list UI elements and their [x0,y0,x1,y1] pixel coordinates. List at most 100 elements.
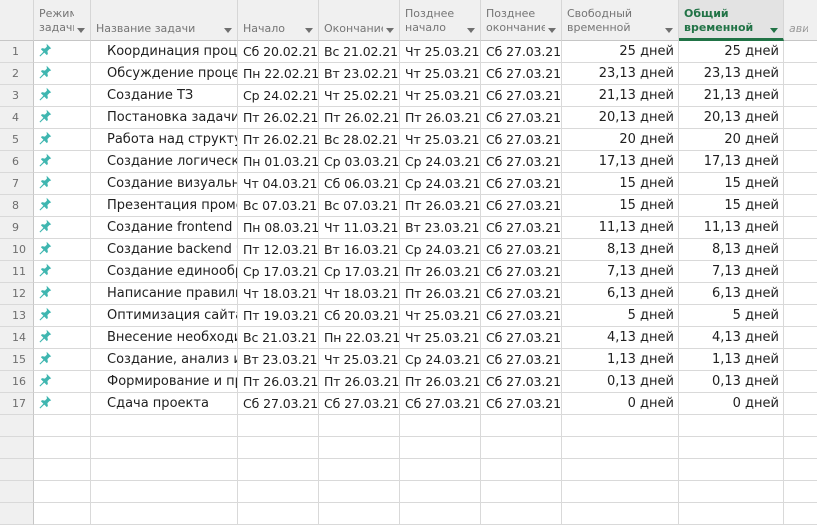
free-slack-cell[interactable] [562,481,679,503]
start-cell[interactable]: Вс 21.03.21 [238,327,319,349]
start-cell[interactable]: Сб 20.02.21 [238,41,319,63]
start-cell[interactable]: Пт 26.02.21 [238,107,319,129]
mode-cell[interactable] [34,305,91,327]
free-slack-cell[interactable]: 25 дней [562,41,679,63]
late-finish-cell[interactable]: Сб 27.03.21 [481,239,562,261]
task-name-cell[interactable]: Презентация промеж [91,195,238,217]
add-new-cell[interactable] [784,283,817,305]
mode-cell[interactable] [34,173,91,195]
row-number[interactable]: 7 [0,173,34,195]
task-name-cell[interactable] [91,481,238,503]
task-name-cell[interactable]: Сдача проекта [91,393,238,415]
filter-arrow-icon[interactable] [770,28,778,33]
add-new-cell[interactable] [784,195,817,217]
start-cell[interactable]: Вт 23.03.21 [238,349,319,371]
late-finish-cell[interactable] [481,503,562,525]
late-start-cell[interactable]: Пт 26.03.21 [400,283,481,305]
late-start-cell[interactable]: Чт 25.03.21 [400,129,481,151]
finish-cell[interactable]: Чт 18.03.21 [319,283,400,305]
column-header-late-start[interactable]: Позднее начало [400,0,481,41]
row-number[interactable]: 3 [0,85,34,107]
finish-cell[interactable] [319,459,400,481]
add-new-cell[interactable] [784,481,817,503]
total-slack-cell[interactable] [679,481,784,503]
late-finish-cell[interactable]: Сб 27.03.21 [481,261,562,283]
late-finish-cell[interactable]: Сб 27.03.21 [481,349,562,371]
finish-cell[interactable]: Чт 25.03.21 [319,349,400,371]
start-cell[interactable] [238,503,319,525]
total-slack-cell[interactable]: 11,13 дней [679,217,784,239]
free-slack-cell[interactable]: 23,13 дней [562,63,679,85]
free-slack-cell[interactable]: 7,13 дней [562,261,679,283]
add-new-cell[interactable] [784,41,817,63]
select-all-corner[interactable] [0,0,34,41]
task-name-cell[interactable]: Обсуждение процессов [91,63,238,85]
row-number[interactable]: 8 [0,195,34,217]
finish-cell[interactable]: Вс 07.03.21 [319,195,400,217]
free-slack-cell[interactable]: 6,13 дней [562,283,679,305]
total-slack-cell[interactable]: 0 дней [679,393,784,415]
start-cell[interactable]: Ср 24.02.21 [238,85,319,107]
start-cell[interactable]: Чт 04.03.21 [238,173,319,195]
column-header-add-new[interactable]: авит [784,0,817,41]
late-start-cell[interactable]: Чт 25.03.21 [400,85,481,107]
total-slack-cell[interactable]: 6,13 дней [679,283,784,305]
column-header-name[interactable]: Название задачи [91,0,238,41]
late-start-cell[interactable]: Чт 25.03.21 [400,327,481,349]
mode-cell[interactable] [34,41,91,63]
late-finish-cell[interactable]: Сб 27.03.21 [481,393,562,415]
free-slack-cell[interactable]: 15 дней [562,195,679,217]
filter-arrow-icon[interactable] [548,28,556,33]
start-cell[interactable] [238,459,319,481]
total-slack-cell[interactable]: 4,13 дней [679,327,784,349]
finish-cell[interactable]: Ср 03.03.21 [319,151,400,173]
add-new-cell[interactable] [784,327,817,349]
late-start-cell[interactable]: Чт 25.03.21 [400,63,481,85]
start-cell[interactable]: Ср 17.03.21 [238,261,319,283]
free-slack-cell[interactable]: 5 дней [562,305,679,327]
finish-cell[interactable] [319,503,400,525]
add-new-cell[interactable] [784,173,817,195]
start-cell[interactable] [238,415,319,437]
finish-cell[interactable]: Чт 11.03.21 [319,217,400,239]
free-slack-cell[interactable]: 15 дней [562,173,679,195]
start-cell[interactable]: Пт 26.02.21 [238,129,319,151]
free-slack-cell[interactable]: 17,13 дней [562,151,679,173]
row-number[interactable]: 17 [0,393,34,415]
late-start-cell[interactable] [400,437,481,459]
row-number[interactable]: 5 [0,129,34,151]
late-start-cell[interactable]: Пт 26.03.21 [400,107,481,129]
add-new-cell[interactable] [784,371,817,393]
late-finish-cell[interactable] [481,415,562,437]
filter-arrow-icon[interactable] [665,28,673,33]
add-new-cell[interactable] [784,63,817,85]
late-start-cell[interactable]: Ср 24.03.21 [400,151,481,173]
row-number[interactable]: 10 [0,239,34,261]
late-finish-cell[interactable]: Сб 27.03.21 [481,371,562,393]
add-new-cell[interactable] [784,349,817,371]
mode-cell[interactable] [34,327,91,349]
finish-cell[interactable]: Чт 25.02.21 [319,85,400,107]
task-name-cell[interactable]: Создание ТЗ [91,85,238,107]
late-finish-cell[interactable] [481,437,562,459]
total-slack-cell[interactable]: 20,13 дней [679,107,784,129]
late-finish-cell[interactable]: Сб 27.03.21 [481,129,562,151]
finish-cell[interactable]: Пн 22.03.21 [319,327,400,349]
free-slack-cell[interactable]: 0 дней [562,393,679,415]
total-slack-cell[interactable] [679,415,784,437]
late-start-cell[interactable] [400,503,481,525]
task-name-cell[interactable]: Создание backend ча [91,239,238,261]
late-start-cell[interactable] [400,481,481,503]
finish-cell[interactable]: Вс 21.02.21 [319,41,400,63]
mode-cell[interactable] [34,437,91,459]
column-header-late-finish[interactable]: Позднее окончание [481,0,562,41]
mode-cell[interactable] [34,107,91,129]
row-number[interactable] [0,415,34,437]
free-slack-cell[interactable]: 0,13 дней [562,371,679,393]
add-new-cell[interactable] [784,217,817,239]
late-start-cell[interactable]: Пт 26.03.21 [400,371,481,393]
row-number[interactable]: 14 [0,327,34,349]
add-new-cell[interactable] [784,107,817,129]
add-new-cell[interactable] [784,393,817,415]
filter-arrow-icon[interactable] [305,28,313,33]
